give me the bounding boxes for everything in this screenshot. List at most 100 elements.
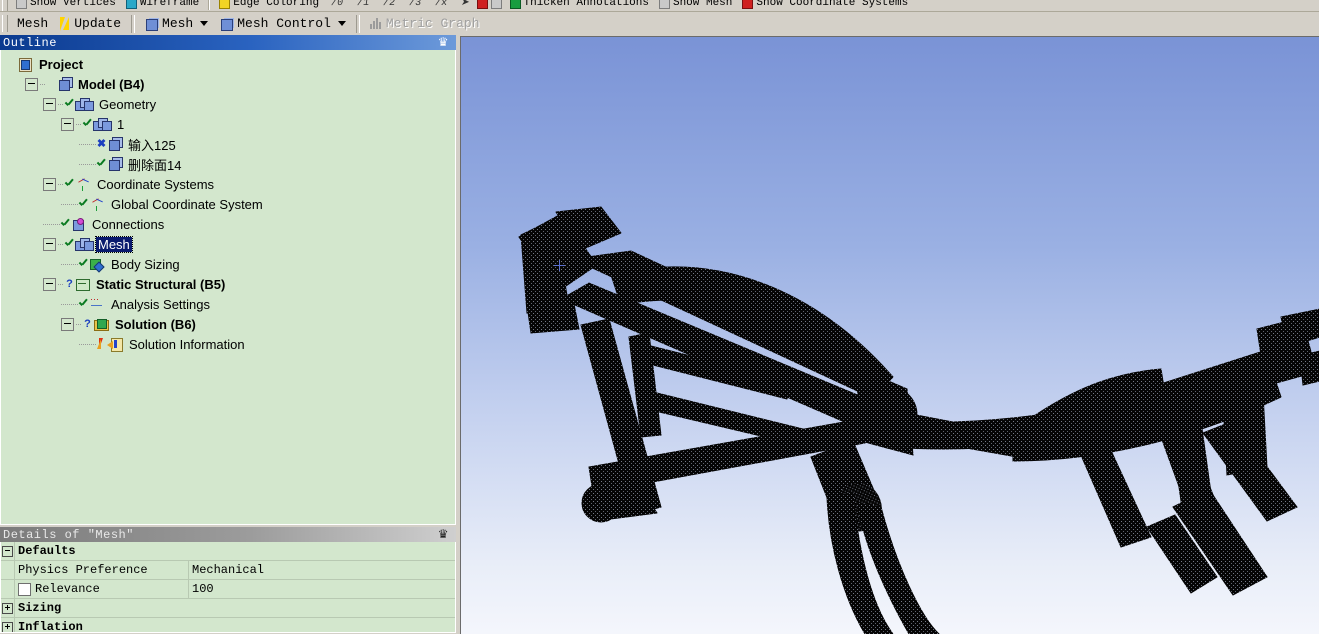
outline-node-10[interactable]: Body Sizing: [3, 254, 455, 274]
status-ok-icon: [78, 258, 89, 270]
status-none-icon: [7, 58, 18, 70]
tree-expander[interactable]: [43, 97, 56, 111]
show-coordinate-systems-label: Show Coordinate Systems: [756, 0, 909, 9]
thicken-annotations-button[interactable]: Thicken Annotations: [505, 0, 654, 11]
details-expander[interactable]: [1, 542, 15, 560]
status-ok-icon: [64, 98, 75, 110]
probe-2-icon[interactable]: /2: [382, 0, 396, 9]
details-expander[interactable]: [1, 618, 15, 632]
outline-node-label: Coordinate Systems: [97, 176, 215, 192]
outline-node-5[interactable]: 删除面14: [3, 154, 455, 174]
thickness-red-icon[interactable]: [476, 0, 488, 9]
wireframe-button[interactable]: Wireframe: [121, 0, 204, 11]
tree-expander[interactable]: [43, 277, 56, 291]
outline-node-7[interactable]: Global Coordinate System: [3, 194, 455, 214]
details-group-label: Defaults: [15, 542, 455, 560]
outline-title: Outline: [3, 35, 57, 50]
project-icon: [18, 57, 33, 72]
mesh-control-label: Mesh Control: [237, 16, 331, 31]
show-mesh-icon: [658, 0, 670, 9]
mesh-cube-icon: [145, 17, 159, 31]
outline-node-label: Analysis Settings: [111, 296, 210, 312]
probe-0-icon[interactable]: /0: [330, 0, 344, 9]
bicycle-frame-mesh: [518, 206, 1319, 634]
mesh-toolbar: Mesh Update Mesh Mesh Control Metric Gra…: [0, 12, 1319, 36]
outline-node-label: Solution (B6): [115, 316, 196, 332]
outline-node-3[interactable]: 1: [3, 114, 455, 134]
outline-node-label: Solution Information: [129, 336, 245, 352]
tree-expander[interactable]: [61, 317, 74, 331]
toolbar-grip[interactable]: [2, 0, 8, 11]
outline-node-11[interactable]: ? Static Structural (B5): [3, 274, 455, 294]
details-expander[interactable]: [1, 599, 15, 617]
details-panel: Details of ″Mesh″ ♛ Defaults Physics Pref…: [0, 527, 456, 633]
mesh-menu-button[interactable]: Mesh: [11, 14, 54, 34]
details-row[interactable]: Sizing: [1, 599, 455, 618]
details-row[interactable]: Defaults: [1, 542, 455, 561]
tree-expander[interactable]: [25, 77, 38, 91]
lightning-bolt-icon: [60, 16, 71, 31]
outline-node-label: Static Structural (B5): [96, 276, 226, 292]
mesh-control-dropdown-button[interactable]: Mesh Control: [214, 14, 352, 34]
environment-icon: [75, 277, 90, 291]
show-vertices-button[interactable]: Show Vertices: [11, 0, 121, 11]
show-mesh-button[interactable]: Show Mesh: [654, 0, 737, 11]
pin-icon[interactable]: ♛: [438, 35, 453, 50]
details-property-label: Relevance: [35, 582, 100, 596]
outline-node-13[interactable]: ? Solution (B6): [3, 314, 455, 334]
outline-node-14[interactable]: Solution Information: [3, 334, 455, 354]
details-row[interactable]: Physics Preference Mechanical: [1, 561, 455, 580]
tree-expander[interactable]: [61, 117, 74, 131]
update-label: Update: [74, 16, 122, 31]
feature-icon: [107, 157, 122, 171]
probe-arrow-icon[interactable]: ➤: [460, 0, 470, 9]
details-checkbox[interactable]: [18, 582, 31, 596]
metric-graph-label: Metric Graph: [385, 16, 480, 31]
details-property-name: Physics Preference: [15, 561, 189, 579]
axes-icon: [75, 177, 91, 191]
status-unknown-icon: ?: [66, 278, 73, 290]
details-row[interactable]: Inflation: [1, 618, 455, 632]
outline-node-label: 删除面14: [128, 157, 182, 173]
probe-1-icon[interactable]: /1: [356, 0, 370, 9]
probe-3-icon[interactable]: /3: [408, 0, 422, 9]
details-property-value[interactable]: 100: [189, 580, 455, 598]
outline-node-9[interactable]: Mesh: [3, 234, 455, 254]
mesh-dropdown-button[interactable]: Mesh: [139, 14, 214, 34]
details-property-name: Relevance: [15, 580, 189, 598]
thickness-gray-icon[interactable]: [490, 0, 502, 9]
outline-node-4[interactable]: ✖ 输入125: [3, 134, 455, 154]
show-coordinate-systems-button[interactable]: Show Coordinate Systems: [737, 0, 913, 11]
outline-node-2[interactable]: Geometry: [3, 94, 455, 114]
outline-node-8[interactable]: Connections: [3, 214, 455, 234]
geometry-icon: [75, 97, 94, 111]
outline-node-label: Mesh: [95, 235, 133, 253]
update-button[interactable]: Update: [54, 14, 127, 34]
outline-node-6[interactable]: Coordinate Systems: [3, 174, 455, 194]
ansys-mechanical-window: Show Vertices Wireframe Edge Coloring /0…: [0, 0, 1319, 634]
show-vertices-label: Show Vertices: [30, 0, 116, 9]
details-expander-placeholder: [1, 580, 15, 598]
details-row[interactable]: Relevance 100: [1, 580, 455, 599]
analysis-settings-icon: [89, 297, 105, 311]
status-ok-icon: [82, 118, 93, 130]
edge-coloring-button[interactable]: Edge Coloring: [214, 0, 324, 11]
details-property-value[interactable]: Mechanical: [189, 561, 455, 579]
probe-x-icon[interactable]: /x: [434, 0, 448, 9]
mesh-toolbar-grip[interactable]: [2, 15, 8, 32]
3d-graphics-viewport[interactable]: [460, 36, 1319, 634]
outline-node-label: 1: [117, 116, 125, 132]
outline-node-0[interactable]: Project: [3, 54, 455, 74]
pin-icon[interactable]: ♛: [438, 527, 453, 542]
outline-node-12[interactable]: Analysis Settings: [3, 294, 455, 314]
details-property-label: Physics Preference: [18, 563, 148, 577]
tree-expander[interactable]: [43, 237, 56, 251]
chevron-down-icon[interactable]: [337, 21, 346, 26]
outline-node-1[interactable]: Model (B4): [3, 74, 455, 94]
toolbar-separator: [208, 0, 211, 10]
chevron-down-icon[interactable]: [200, 21, 209, 26]
tree-expander[interactable]: [43, 177, 56, 191]
status-pending-icon: [96, 338, 107, 350]
outline-tree[interactable]: Project Model (B4) Geometry 1 ✖ 输入125 删除面14 Coo…: [0, 50, 456, 525]
details-table[interactable]: Defaults Physics Preference Mechanical Rele…: [0, 542, 456, 633]
